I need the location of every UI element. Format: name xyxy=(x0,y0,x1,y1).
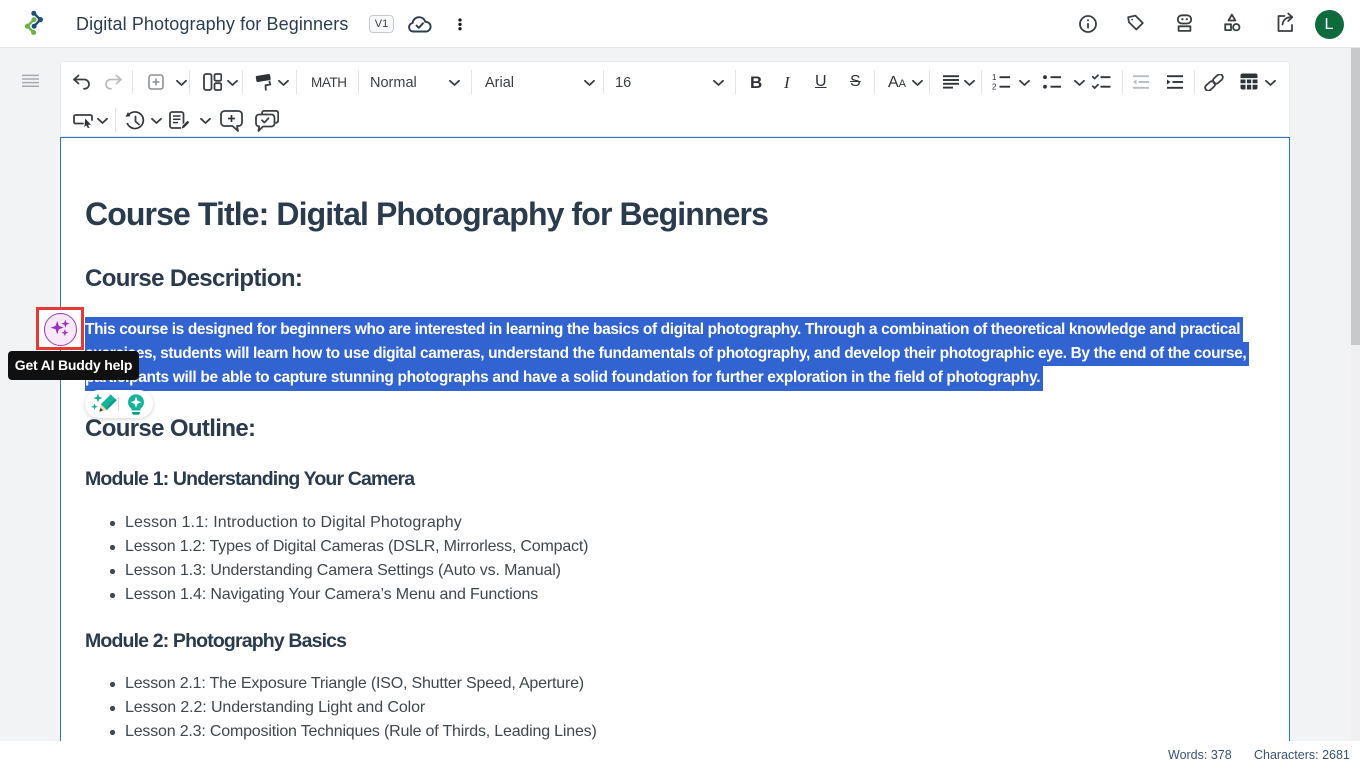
svg-text:2: 2 xyxy=(992,83,997,92)
svg-text:1: 1 xyxy=(992,73,997,82)
